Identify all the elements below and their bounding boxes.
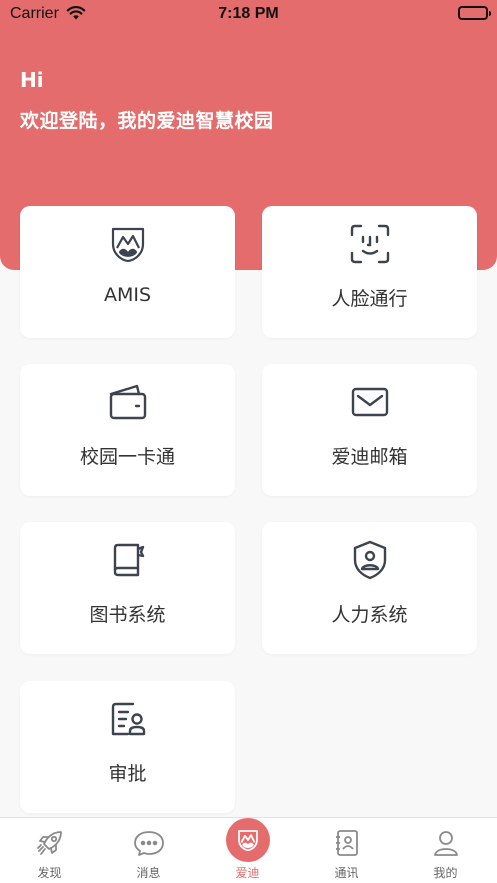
tile-amis[interactable]: AMIS (20, 206, 235, 338)
tab-contacts[interactable]: 通讯 (297, 818, 396, 883)
tab-me[interactable]: 我的 (396, 818, 495, 883)
tile-label: 图书系统 (89, 604, 166, 626)
wallet-card-icon (20, 380, 235, 424)
tile-label: 爱迪邮箱 (331, 446, 408, 468)
amis-logo-icon (20, 222, 235, 266)
tile-hr[interactable]: 人力系统 (262, 522, 477, 654)
tab-active-badge (198, 817, 297, 862)
status-bar: Carrier 7:18 PM (0, 0, 497, 30)
shield-user-icon (262, 538, 477, 582)
tile-label: 人脸通行 (331, 288, 408, 310)
tab-discover[interactable]: 发现 (0, 818, 99, 883)
rocket-icon (0, 828, 99, 858)
tab-label: 我的 (433, 866, 458, 880)
tile-campus-card[interactable]: 校园一卡通 (20, 364, 235, 496)
tile-label: 人力系统 (331, 604, 408, 626)
tile-label: AMIS (103, 284, 152, 306)
chat-icon (99, 828, 198, 858)
tile-label: 校园一卡通 (79, 446, 175, 468)
tab-bar: 发现 消息 爱迪 通讯 我的 (0, 817, 497, 883)
tile-mail[interactable]: 爱迪邮箱 (262, 364, 477, 496)
approval-doc-icon (20, 697, 235, 741)
tab-label: 通讯 (334, 866, 359, 880)
greeting-hi: Hi (20, 68, 44, 92)
greeting-welcome: 欢迎登陆，我的爱迪智慧校园 (20, 110, 274, 132)
clock: 7:18 PM (218, 5, 279, 22)
tile-face-access[interactable]: 人脸通行 (262, 206, 477, 338)
battery-icon (458, 6, 491, 20)
tab-messages[interactable]: 消息 (99, 818, 198, 883)
contacts-book-icon (297, 828, 396, 858)
tile-approval[interactable]: 审批 (20, 681, 235, 813)
book-icon (20, 538, 235, 582)
tile-library[interactable]: 图书系统 (20, 522, 235, 654)
mail-icon (262, 380, 477, 424)
user-icon (396, 828, 495, 858)
face-scan-icon (262, 222, 477, 266)
tab-label: 发现 (37, 866, 62, 880)
tab-label: 爱迪 (235, 866, 260, 880)
tab-label: 消息 (136, 866, 161, 880)
amis-logo-icon (225, 817, 270, 862)
tab-aidi[interactable]: 爱迪 (198, 817, 297, 883)
tile-label: 审批 (108, 763, 147, 785)
